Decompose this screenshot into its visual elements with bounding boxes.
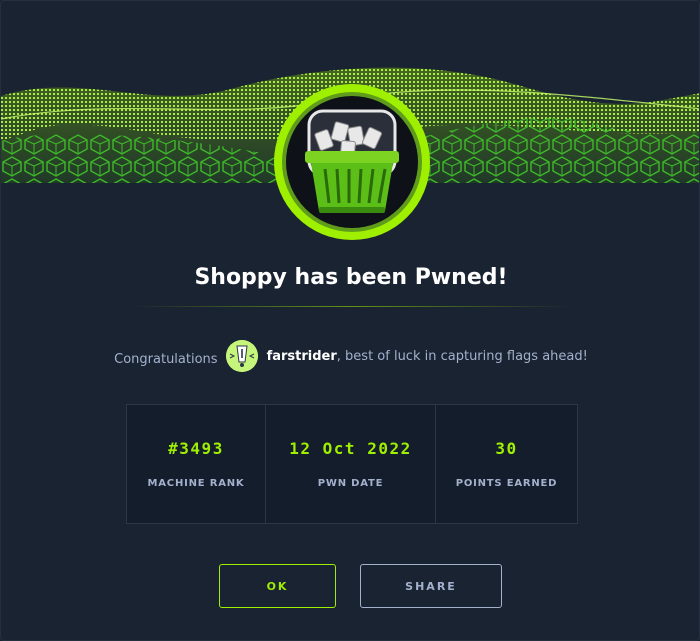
- points-earned-label: POINTS EARNED: [455, 478, 558, 489]
- shopping-basket-icon: [273, 83, 431, 241]
- share-button[interactable]: SHARE: [360, 564, 502, 608]
- pwn-date-value: 12 Oct 2022: [289, 439, 412, 458]
- ok-button[interactable]: OK: [219, 564, 336, 608]
- pwned-dialog: Shoppy has been Pwned! Congratulations f…: [0, 0, 700, 641]
- username[interactable]: farstrider: [267, 349, 337, 364]
- machine-rank-value: #3493: [168, 439, 224, 458]
- stat-pwn-date: 12 Oct 2022 PWN DATE: [266, 405, 436, 523]
- title-divider: [131, 306, 571, 307]
- stat-points-earned: 30 POINTS EARNED: [436, 405, 577, 523]
- stats-panel: #3493 MACHINE RANK 12 Oct 2022 PWN DATE …: [126, 404, 578, 524]
- user-avatar-icon: [225, 340, 258, 372]
- congratulations-message: Congratulations farstrider , best of luc…: [1, 339, 699, 373]
- stat-machine-rank: #3493 MACHINE RANK: [127, 405, 266, 523]
- pwn-date-label: PWN DATE: [317, 478, 384, 489]
- congrats-prefix: Congratulations: [114, 351, 218, 367]
- congrats-suffix: , best of luck in capturing flags ahead!: [336, 348, 588, 364]
- dialog-title: Shoppy has been Pwned!: [194, 265, 508, 290]
- points-earned-value: 30: [495, 439, 518, 458]
- machine-rank-label: MACHINE RANK: [147, 478, 245, 489]
